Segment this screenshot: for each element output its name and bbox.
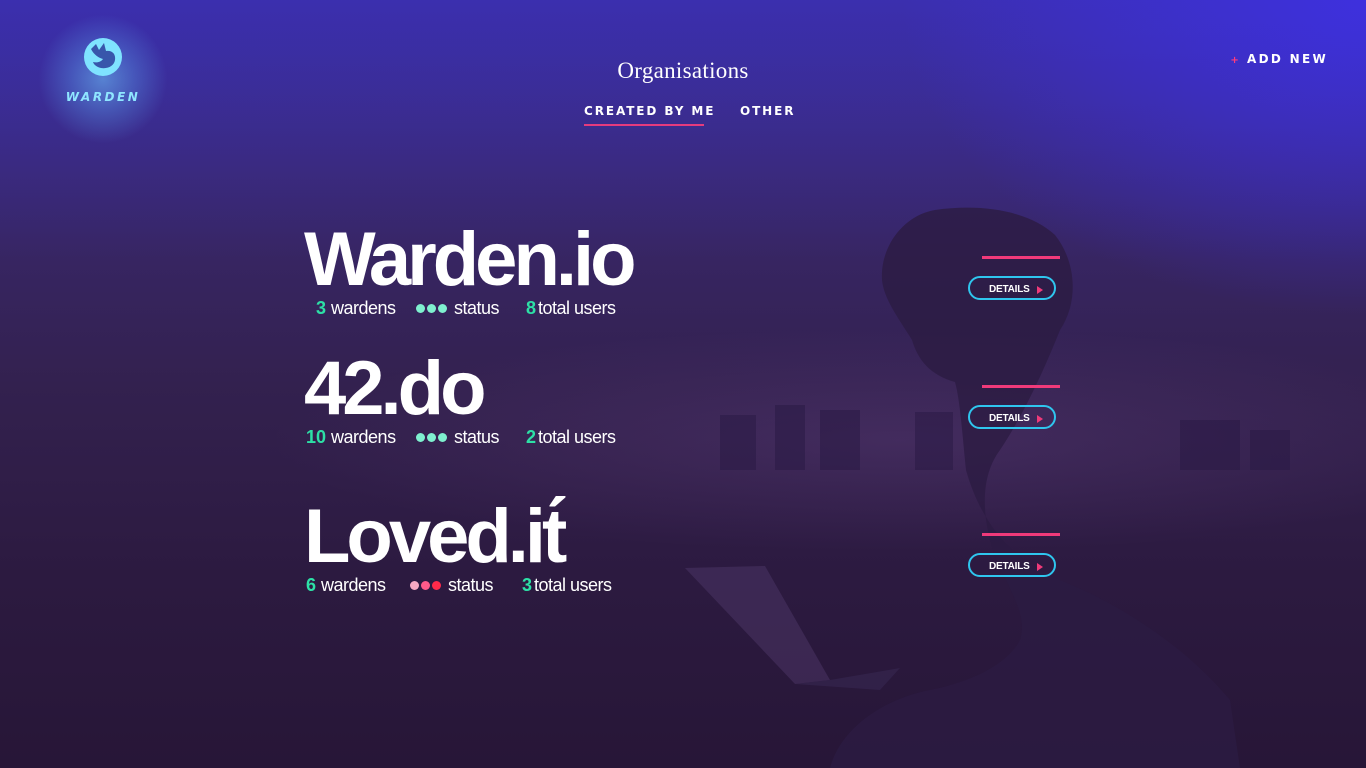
status-stat: status (416, 427, 500, 448)
background-haze (0, 300, 1366, 560)
details-button[interactable]: DETAILS (968, 553, 1056, 577)
wardens-label: wardens (321, 575, 386, 595)
status-dot (421, 581, 430, 590)
users-label: total users (538, 298, 616, 318)
accent-line (982, 385, 1060, 388)
wardens-stat: 10 wardens (306, 427, 396, 448)
wardens-label: wardens (331, 298, 396, 318)
users-count: 3 (522, 575, 533, 595)
users-count: 8 (526, 298, 537, 318)
status-label: status (454, 298, 500, 318)
play-arrow-icon (1037, 286, 1043, 294)
play-arrow-icon (1037, 415, 1043, 423)
status-dot (438, 433, 447, 442)
status-stat: status (416, 298, 500, 319)
status-dot (410, 581, 419, 590)
wardens-count: 3 (316, 298, 327, 318)
background-top-glow (0, 0, 1366, 260)
tab-other[interactable]: OTHER (740, 104, 795, 118)
users-stat: 8 total users (526, 298, 616, 319)
wardens-stat: 3 wardens (316, 298, 396, 319)
play-arrow-icon (1037, 563, 1043, 571)
accent-line (982, 533, 1060, 536)
status-label: status (454, 427, 500, 447)
details-label: DETAILS (989, 284, 1030, 295)
details-label: DETAILS (989, 413, 1030, 424)
org-name: Loved.it́ (304, 494, 567, 579)
status-dot (432, 581, 441, 590)
tab-created-by-me[interactable]: CREATED BY ME (584, 104, 715, 118)
status-label: status (448, 575, 494, 595)
details-button[interactable]: DETAILS (968, 276, 1056, 300)
status-dot (416, 304, 425, 313)
status-dot (427, 304, 436, 313)
details-label: DETAILS (989, 561, 1030, 572)
accent-line (982, 256, 1060, 259)
add-new-label: ADD NEW (1247, 52, 1328, 66)
org-name: Warden.io (304, 217, 637, 302)
details-button[interactable]: DETAILS (968, 405, 1056, 429)
users-count: 2 (526, 427, 537, 447)
wardens-count: 6 (306, 575, 317, 595)
status-dot (438, 304, 447, 313)
status-dots (416, 298, 449, 318)
users-label: total users (534, 575, 612, 595)
add-new-button[interactable]: + ADD NEW (1230, 52, 1328, 66)
status-dots (416, 427, 449, 447)
status-dot (416, 433, 425, 442)
wardens-count: 10 (306, 427, 327, 447)
users-stat: 2 total users (526, 427, 616, 448)
logo-text: WARDEN (65, 90, 141, 104)
users-label: total users (538, 427, 616, 447)
users-stat: 3 total users (522, 575, 612, 596)
wardens-label: wardens (331, 427, 396, 447)
status-dots (410, 575, 443, 595)
active-tab-underline (584, 124, 704, 126)
org-name: 42.do (304, 346, 486, 431)
wardens-stat: 6 wardens (306, 575, 386, 596)
page-title: Organisations (617, 58, 749, 83)
status-stat: status (410, 575, 494, 596)
plus-icon: + (1230, 55, 1242, 66)
status-dot (427, 433, 436, 442)
